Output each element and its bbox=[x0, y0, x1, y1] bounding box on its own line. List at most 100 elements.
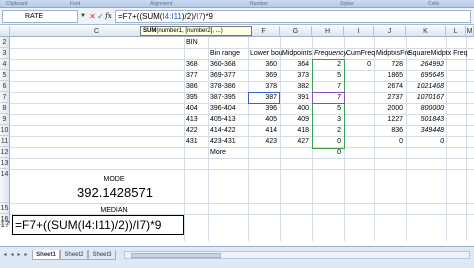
cell-e12[interactable]: More bbox=[210, 147, 226, 158]
cell-d2[interactable]: BIN bbox=[186, 37, 198, 48]
cell-h3[interactable]: Frequency bbox=[314, 48, 347, 59]
cell-f11[interactable]: 423 bbox=[248, 136, 277, 147]
cell-d9[interactable]: 413 bbox=[186, 114, 198, 125]
cell-k6[interactable]: 1021468 bbox=[406, 81, 444, 92]
row-header-7[interactable]: 7 bbox=[0, 92, 10, 103]
name-box[interactable]: RATE bbox=[2, 10, 78, 23]
cell-g5[interactable]: 373 bbox=[280, 70, 309, 81]
cell-g9[interactable]: 409 bbox=[280, 114, 309, 125]
cell-j11[interactable]: 0 bbox=[374, 136, 403, 147]
cell-f3[interactable]: Lower bou bbox=[250, 48, 283, 59]
cell-k11[interactable]: 0 bbox=[406, 136, 444, 147]
row-header-12[interactable]: 12 bbox=[0, 147, 10, 158]
tab-sheet2[interactable]: Sheet2 bbox=[60, 250, 88, 260]
cell-f6[interactable]: 378 bbox=[248, 81, 277, 92]
row-header-9[interactable]: 9 bbox=[0, 114, 10, 125]
cell-g6[interactable]: 382 bbox=[280, 81, 309, 92]
cell-k3[interactable]: SquareMidptx Freq bbox=[408, 48, 468, 59]
last-sheet-icon[interactable]: ▸ bbox=[23, 251, 29, 259]
cell-d8[interactable]: 404 bbox=[186, 103, 198, 114]
cell-e3[interactable]: Bin range bbox=[210, 48, 240, 59]
ribbon-group-alignment[interactable]: Alignment bbox=[150, 0, 172, 8]
tooltip-function-name[interactable]: SUM bbox=[143, 28, 156, 34]
row-header-4[interactable]: 4 bbox=[0, 59, 10, 70]
row-header-10[interactable]: 10 bbox=[0, 125, 10, 136]
cell-g11[interactable]: 427 bbox=[280, 136, 309, 147]
cell-d6[interactable]: 386 bbox=[186, 81, 198, 92]
cell-f9[interactable]: 405 bbox=[248, 114, 277, 125]
cell-j4[interactable]: 728 bbox=[374, 59, 403, 70]
cell-g3[interactable]: Midpoints bbox=[282, 48, 312, 59]
column-header-h[interactable]: H bbox=[312, 26, 344, 37]
cell-f8[interactable]: 396 bbox=[248, 103, 277, 114]
row-header-13[interactable]: 13 bbox=[0, 158, 10, 169]
next-sheet-icon[interactable]: ▸ bbox=[16, 251, 22, 259]
cell-k9[interactable]: 501843 bbox=[406, 114, 444, 125]
cell-k4[interactable]: 264992 bbox=[406, 59, 444, 70]
row-header-6[interactable]: 6 bbox=[0, 81, 10, 92]
cell-j6[interactable]: 2674 bbox=[374, 81, 403, 92]
scrollbar-thumb[interactable] bbox=[131, 253, 221, 258]
cell-g4[interactable]: 364 bbox=[280, 59, 309, 70]
cell-e4[interactable]: 360-368 bbox=[210, 59, 236, 70]
cell-e7[interactable]: 387-395 bbox=[210, 92, 236, 103]
cell-f5[interactable]: 369 bbox=[248, 70, 277, 81]
cell-d11[interactable]: 431 bbox=[186, 136, 198, 147]
row-header-11[interactable]: 11 bbox=[0, 136, 10, 147]
cell-j10[interactable]: 836 bbox=[374, 125, 403, 136]
cell-k7[interactable]: 1070167 bbox=[406, 92, 444, 103]
mode-value[interactable]: 392.1428571 bbox=[60, 185, 170, 201]
worksheet-grid[interactable] bbox=[10, 37, 474, 241]
row-header-14[interactable]: 14 bbox=[0, 169, 10, 203]
horizontal-scrollbar[interactable] bbox=[124, 251, 470, 259]
column-header-f[interactable]: F bbox=[248, 26, 280, 37]
column-header-m[interactable]: M bbox=[466, 26, 474, 37]
cell-f4[interactable]: 360 bbox=[248, 59, 277, 70]
cell-k8[interactable]: 800000 bbox=[406, 103, 444, 114]
cell-j3[interactable]: MidptxsFre bbox=[376, 48, 411, 59]
row-header-17[interactable]: 17 bbox=[0, 219, 10, 231]
column-header-l[interactable]: L bbox=[446, 26, 466, 37]
first-sheet-icon[interactable]: ◂ bbox=[2, 251, 8, 259]
name-box-dropdown-icon[interactable]: ▼ bbox=[79, 11, 87, 22]
row-header-3[interactable]: 3 bbox=[0, 48, 10, 59]
row-header-2[interactable]: 2 bbox=[0, 37, 10, 48]
column-header-k[interactable]: K bbox=[406, 26, 446, 37]
cell-e10[interactable]: 414-422 bbox=[210, 125, 236, 136]
cell-j9[interactable]: 1227 bbox=[374, 114, 403, 125]
tab-sheet1[interactable]: Sheet1 bbox=[32, 250, 60, 260]
cell-d5[interactable]: 377 bbox=[186, 70, 198, 81]
select-all-corner[interactable] bbox=[0, 26, 10, 37]
cell-d7[interactable]: 395 bbox=[186, 92, 198, 103]
column-header-j[interactable]: J bbox=[374, 26, 406, 37]
ribbon-group-number[interactable]: Number bbox=[250, 0, 268, 8]
cell-e5[interactable]: 369-377 bbox=[210, 70, 236, 81]
row-header-8[interactable]: 8 bbox=[0, 103, 10, 114]
cell-j7[interactable]: 2737 bbox=[374, 92, 403, 103]
cell-d10[interactable]: 422 bbox=[186, 125, 198, 136]
row-header-5[interactable]: 5 bbox=[0, 70, 10, 81]
cell-k10[interactable]: 349448 bbox=[406, 125, 444, 136]
cell-f10[interactable]: 414 bbox=[248, 125, 277, 136]
cell-e8[interactable]: 396-404 bbox=[210, 103, 236, 114]
column-header-g[interactable]: G bbox=[280, 26, 312, 37]
tab-sheet3[interactable]: Sheet3 bbox=[88, 250, 116, 260]
cell-d4[interactable]: 368 bbox=[186, 59, 198, 70]
cell-e11[interactable]: 423-431 bbox=[210, 136, 236, 147]
cell-k5[interactable]: 695645 bbox=[406, 70, 444, 81]
cell-j8[interactable]: 2000 bbox=[374, 103, 403, 114]
ribbon-group-font[interactable]: Font bbox=[70, 0, 80, 8]
cell-g8[interactable]: 400 bbox=[280, 103, 309, 114]
cell-i3[interactable]: CumFreq bbox=[346, 48, 375, 59]
cell-g7[interactable]: 391 bbox=[280, 92, 309, 103]
formula-input[interactable]: =F7+((SUM(I4:I11)/2)/I7)*9 bbox=[115, 10, 471, 23]
median-formula-cell[interactable]: =F7+((SUM(I4:I11)/2))/I7)*9 bbox=[12, 215, 184, 235]
cell-j5[interactable]: 1865 bbox=[374, 70, 403, 81]
cell-e6[interactable]: 378-386 bbox=[210, 81, 236, 92]
cell-i4[interactable]: 0 bbox=[344, 59, 371, 70]
column-header-i[interactable]: I bbox=[344, 26, 374, 37]
insert-function-icon[interactable]: fx bbox=[104, 11, 113, 22]
cell-e9[interactable]: 405-413 bbox=[210, 114, 236, 125]
ribbon-group-clipboard[interactable]: Clipboard bbox=[6, 0, 27, 8]
ribbon-group-styles[interactable]: Styles bbox=[340, 0, 354, 8]
